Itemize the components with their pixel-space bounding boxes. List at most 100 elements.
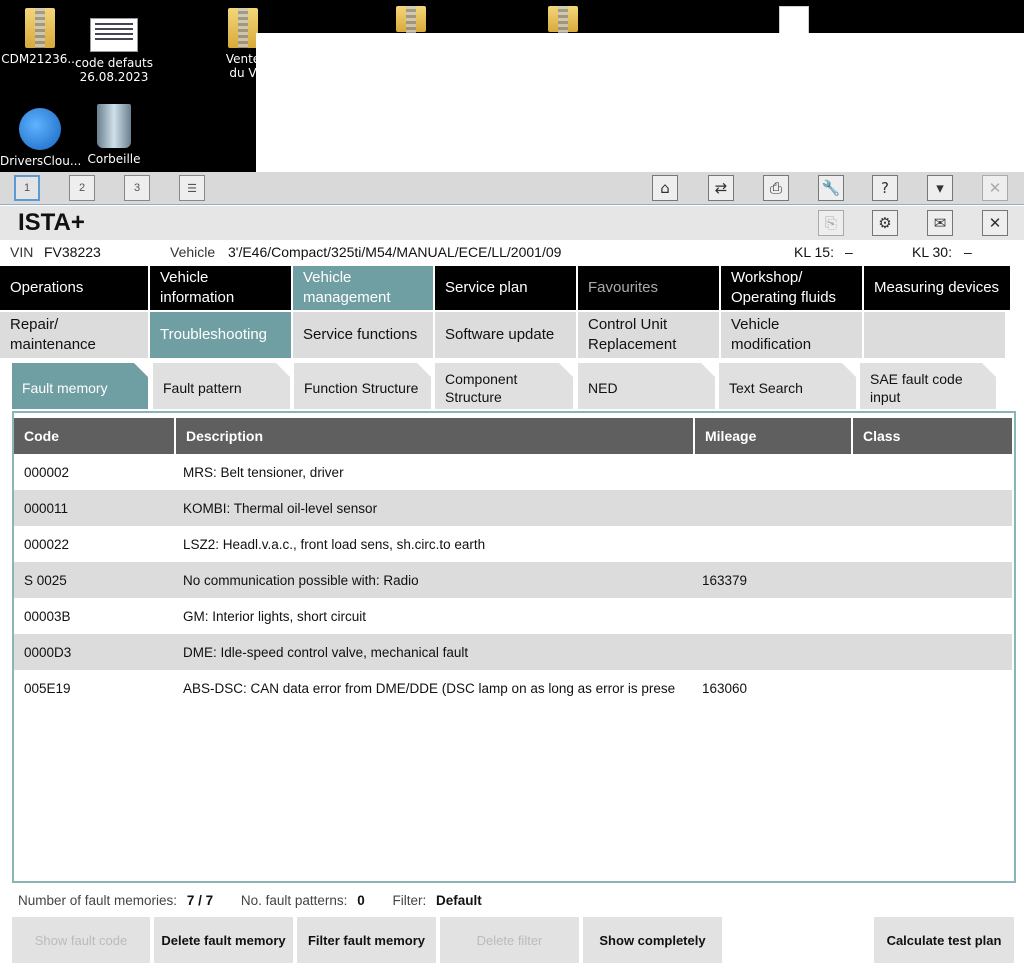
delete-fault-memory-button[interactable]: Delete fault memory [154, 917, 293, 963]
nav-workshop-operating-fluids[interactable]: Workshop/ Operating fluids [721, 266, 864, 310]
title-bar: ISTA+ ⎘ ⚙ ✉ ✕ [0, 206, 1024, 240]
kl30-label: KL 30: [912, 244, 952, 260]
session-2-button[interactable]: 2 [69, 175, 95, 201]
tab-fault-pattern[interactable]: Fault pattern [153, 363, 290, 409]
desktop-icon-folder[interactable] [548, 6, 578, 46]
nav-measuring-devices[interactable]: Measuring devices [864, 266, 1010, 310]
fault-summary: Number of fault memories: 7 / 7 No. faul… [18, 893, 506, 908]
zip-folder-icon [396, 6, 426, 46]
tab-text-search[interactable]: Text Search [719, 363, 856, 409]
table-row[interactable]: 0000D3 DME: Idle-speed control valve, me… [14, 634, 1012, 670]
cell-mileage [692, 634, 850, 670]
cell-code: 000011 [24, 500, 69, 516]
desktop-icon-label: Corbeille [87, 152, 141, 166]
cell-code: 000002 [24, 464, 70, 480]
close-icon[interactable]: ✕ [982, 175, 1008, 201]
cell-mileage [692, 526, 850, 562]
nav-vehicle-information[interactable]: Vehicle information [150, 266, 293, 310]
app-title: ISTA+ [18, 209, 85, 236]
desktop-icon-folder[interactable] [396, 6, 426, 46]
vin-label: VIN [10, 244, 34, 260]
help-icon[interactable]: ? [872, 175, 898, 201]
table-header: Code Description Mileage Class [14, 418, 1012, 454]
print-icon[interactable]: ⎙ [763, 175, 789, 201]
nav-operations[interactable]: Operations [0, 266, 150, 310]
show-completely-button[interactable]: Show completely [583, 917, 722, 963]
cell-code: 00003B [24, 608, 71, 624]
show-fault-code-button[interactable]: Show fault code [12, 917, 150, 963]
session-3-button[interactable]: 3 [124, 175, 150, 201]
table-row[interactable]: 000011 KOMBI: Thermal oil-level sensor [14, 490, 1012, 526]
document-icon[interactable]: ⎘ [818, 210, 844, 236]
cell-code: 000022 [24, 536, 70, 552]
session-1-button[interactable]: 1 [14, 175, 40, 201]
mail-icon[interactable]: ✉ [927, 210, 953, 236]
cell-code: 0000D3 [24, 644, 72, 660]
tab-function-structure[interactable]: Function Structure [294, 363, 431, 409]
table-row[interactable]: 005E19 ABS-DSC: CAN data error from DME/… [14, 670, 1012, 706]
table-row[interactable]: 000002 MRS: Belt tensioner, driver [14, 454, 1012, 490]
nav-favourites[interactable]: Favourites [578, 266, 721, 310]
column-header-description[interactable]: Description [176, 418, 695, 454]
cell-code: S 0025 [24, 572, 67, 588]
desktop-icon-label: code defauts [75, 56, 153, 70]
subnav-control-unit-replacement[interactable]: Control Unit Replacement [578, 312, 721, 358]
close-icon[interactable]: ✕ [982, 210, 1008, 236]
vin-value: FV38223 [44, 244, 101, 260]
cell-mileage [692, 598, 850, 634]
drivers-cloud-icon [19, 108, 61, 150]
nav-vehicle-management[interactable]: Vehicle management [293, 266, 435, 310]
calculate-test-plan-button[interactable]: Calculate test plan [874, 917, 1014, 963]
connection-icon[interactable]: ⇄ [708, 175, 734, 201]
vehicle-value: 3'/E46/Compact/325ti/M54/MANUAL/ECE/LL/2… [228, 244, 562, 260]
zip-folder-icon [228, 8, 258, 48]
ista-window: 1 2 3 ☰ ⌂ ⇄ ⎙ 🔧 ? ▾ ✕ ISTA+ ⎘ ⚙ ✉ ✕ VIN … [0, 172, 1024, 970]
desktop-icon-code-defauts[interactable]: code defauts 26.08.2023 [74, 18, 154, 84]
column-header-code[interactable]: Code [14, 418, 176, 454]
tab-sae-fault-code-input[interactable]: SAE fault code input [860, 363, 996, 409]
tab-component-structure[interactable]: Component Structure [435, 363, 573, 409]
cell-mileage [692, 490, 850, 526]
tab-ned[interactable]: NED [578, 363, 715, 409]
cell-class [850, 562, 1009, 598]
cell-description: ABS-DSC: CAN data error from DME/DDE (DS… [183, 680, 676, 696]
cell-mileage [692, 454, 850, 490]
list-icon[interactable]: ☰ [179, 175, 205, 201]
subnav-software-update[interactable]: Software update [435, 312, 578, 358]
zip-folder-icon [25, 8, 55, 48]
fault-count-value: 7 / 7 [186, 893, 214, 908]
kl15-value: – [845, 244, 853, 260]
subnav-service-functions[interactable]: Service functions [293, 312, 435, 358]
filter-fault-memory-button[interactable]: Filter fault memory [297, 917, 436, 963]
nav-service-plan[interactable]: Service plan [435, 266, 578, 310]
cell-class [850, 670, 1009, 706]
desktop-icon-label: DriversClou... [0, 154, 82, 168]
subnav-vehicle-modification[interactable]: Vehicle modification [721, 312, 864, 358]
cell-description: DME: Idle-speed control valve, mechanica… [183, 644, 469, 660]
minimize-icon[interactable]: ▾ [927, 175, 953, 201]
main-nav: Operations Vehicle information Vehicle m… [0, 266, 1022, 310]
cell-class [850, 490, 1009, 526]
top-toolbar: 1 2 3 ☰ ⌂ ⇄ ⎙ 🔧 ? ▾ ✕ [0, 172, 1024, 205]
cell-code: 005E19 [24, 680, 71, 696]
gear-icon[interactable]: ⚙ [872, 210, 898, 236]
desktop-icon-cdm[interactable]: CDM21236... [0, 8, 80, 66]
kl30-value: – [964, 244, 972, 260]
cell-mileage: 163060 [702, 680, 748, 696]
kl15-label: KL 15: [794, 244, 834, 260]
column-header-mileage[interactable]: Mileage [695, 418, 853, 454]
desktop-icon-corbeille[interactable]: Corbeille [74, 104, 154, 166]
subnav-troubleshooting[interactable]: Troubleshooting [150, 312, 293, 358]
wrench-icon[interactable]: 🔧 [818, 175, 844, 201]
subnav-repair-maintenance[interactable]: Repair/ maintenance [0, 312, 150, 358]
table-row[interactable]: 000022 LSZ2: Headl.v.a.c., front load se… [14, 526, 1012, 562]
delete-filter-button[interactable]: Delete filter [440, 917, 579, 963]
table-row[interactable]: 00003B GM: Interior lights, short circui… [14, 598, 1012, 634]
table-row[interactable]: S 0025 No communication possible with: R… [14, 562, 1012, 598]
home-icon[interactable]: ⌂ [652, 175, 678, 201]
column-header-class[interactable]: Class [853, 418, 1012, 454]
desktop-icon-driverscloud[interactable]: DriversClou... [0, 108, 82, 168]
recycle-bin-icon [97, 104, 131, 148]
fault-count-label: Number of fault memories: [18, 893, 178, 908]
tab-fault-memory[interactable]: Fault memory [12, 363, 148, 409]
